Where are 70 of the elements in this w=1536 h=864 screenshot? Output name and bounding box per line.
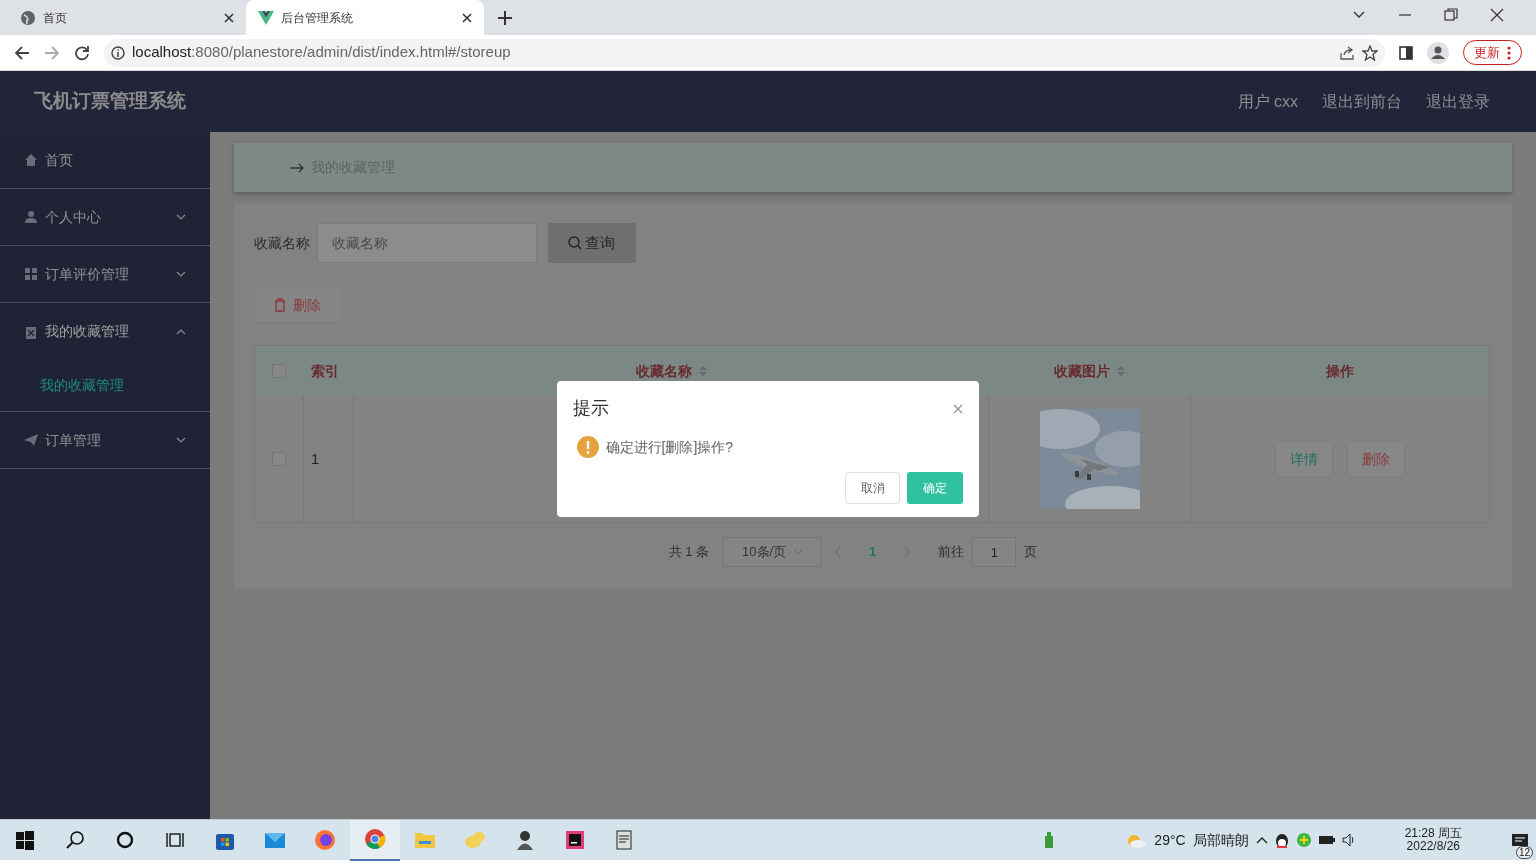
globe-icon bbox=[20, 9, 36, 26]
star-icon[interactable] bbox=[1362, 44, 1378, 61]
column-header[interactable]: 收藏图片 bbox=[1054, 360, 1110, 382]
windows-icon[interactable] bbox=[14, 829, 36, 851]
search-button[interactable]: 查询 bbox=[547, 223, 636, 263]
home-icon bbox=[24, 153, 38, 167]
back-icon[interactable] bbox=[14, 44, 30, 61]
chevron-icon bbox=[176, 437, 186, 443]
notification-icon[interactable] bbox=[1511, 832, 1529, 849]
chevron-icon bbox=[794, 549, 803, 555]
page-size-select[interactable]: 10条/页 bbox=[723, 537, 822, 567]
search-field[interactable]: 收藏名称 bbox=[317, 223, 537, 263]
header-link[interactable]: 退出到前台 bbox=[1322, 89, 1402, 114]
browser-tab[interactable]: 后台管理系统 bbox=[246, 0, 484, 35]
menu-item[interactable]: 我的收藏管理 bbox=[0, 303, 210, 360]
clock[interactable]: 21:28 周五 2022/8/26 bbox=[1404, 826, 1462, 854]
reload-icon[interactable] bbox=[74, 44, 90, 61]
page-field[interactable]: 1 bbox=[972, 537, 1017, 567]
temperature: 29°C bbox=[1154, 830, 1186, 850]
side-panel-icon[interactable] bbox=[1399, 45, 1413, 60]
search-icon[interactable] bbox=[64, 829, 86, 851]
weather-text: 局部晴朗 bbox=[1192, 830, 1249, 850]
search-icon bbox=[567, 236, 582, 250]
warning-icon bbox=[576, 436, 599, 458]
update-button[interactable]: 更新 bbox=[1463, 39, 1522, 66]
dialog-title: 提示 bbox=[573, 397, 609, 420]
profile-icon[interactable] bbox=[1427, 41, 1449, 64]
figure-icon[interactable] bbox=[514, 829, 536, 851]
column-header[interactable]: 收藏名称 bbox=[635, 360, 692, 382]
circle-icon[interactable] bbox=[114, 829, 136, 851]
chevron-icon bbox=[176, 271, 186, 277]
grid-icon bbox=[24, 267, 38, 281]
goto-label: 前往 bbox=[938, 543, 965, 562]
page-suffix: 页 bbox=[1024, 543, 1038, 562]
close-icon[interactable] bbox=[1490, 8, 1504, 22]
vue-logo-icon bbox=[258, 9, 274, 26]
weather-icon bbox=[1125, 832, 1148, 848]
share-icon[interactable] bbox=[1339, 44, 1355, 61]
paper-plane-icon bbox=[24, 433, 38, 447]
battery-icon[interactable] bbox=[1318, 835, 1335, 845]
penguin-icon[interactable] bbox=[1274, 832, 1289, 848]
column-header: 操作 bbox=[1326, 361, 1354, 381]
browser-tab[interactable]: 首页 bbox=[8, 0, 246, 35]
cancel-button[interactable]: 取消 bbox=[845, 472, 900, 504]
user-icon bbox=[24, 210, 38, 224]
search-label: 收藏名称 bbox=[254, 233, 310, 253]
total-count: 共 1 条 bbox=[668, 543, 710, 562]
speaker-icon[interactable] bbox=[1341, 833, 1356, 847]
dialog-message: 确定进行[删除]操作? bbox=[605, 437, 734, 457]
restore-icon[interactable] bbox=[1444, 8, 1458, 22]
app-title: 飞机订票管理系统 bbox=[33, 89, 187, 114]
close-icon[interactable] bbox=[462, 12, 472, 23]
trash-icon bbox=[274, 298, 286, 312]
chevron-icon bbox=[176, 214, 186, 220]
chevron-up-icon[interactable] bbox=[1255, 836, 1268, 844]
clipboard-icon bbox=[24, 324, 38, 339]
close-icon[interactable] bbox=[224, 12, 234, 23]
table-cell-text: 1 bbox=[311, 448, 320, 469]
arrow-right-icon bbox=[290, 162, 304, 173]
more-icon bbox=[1507, 45, 1511, 60]
ide-icon[interactable] bbox=[564, 829, 586, 851]
header-link[interactable]: 用户 cxx bbox=[1237, 89, 1298, 114]
new-tab-icon[interactable] bbox=[498, 11, 512, 25]
chrome-icon[interactable] bbox=[364, 828, 386, 850]
info-icon bbox=[111, 45, 125, 60]
header-link[interactable]: 退出登录 bbox=[1426, 89, 1490, 114]
usb-icon bbox=[1044, 832, 1055, 848]
browser-icon[interactable] bbox=[314, 829, 336, 851]
chevron-icon bbox=[176, 328, 186, 335]
column-header: 索引 bbox=[311, 361, 339, 381]
